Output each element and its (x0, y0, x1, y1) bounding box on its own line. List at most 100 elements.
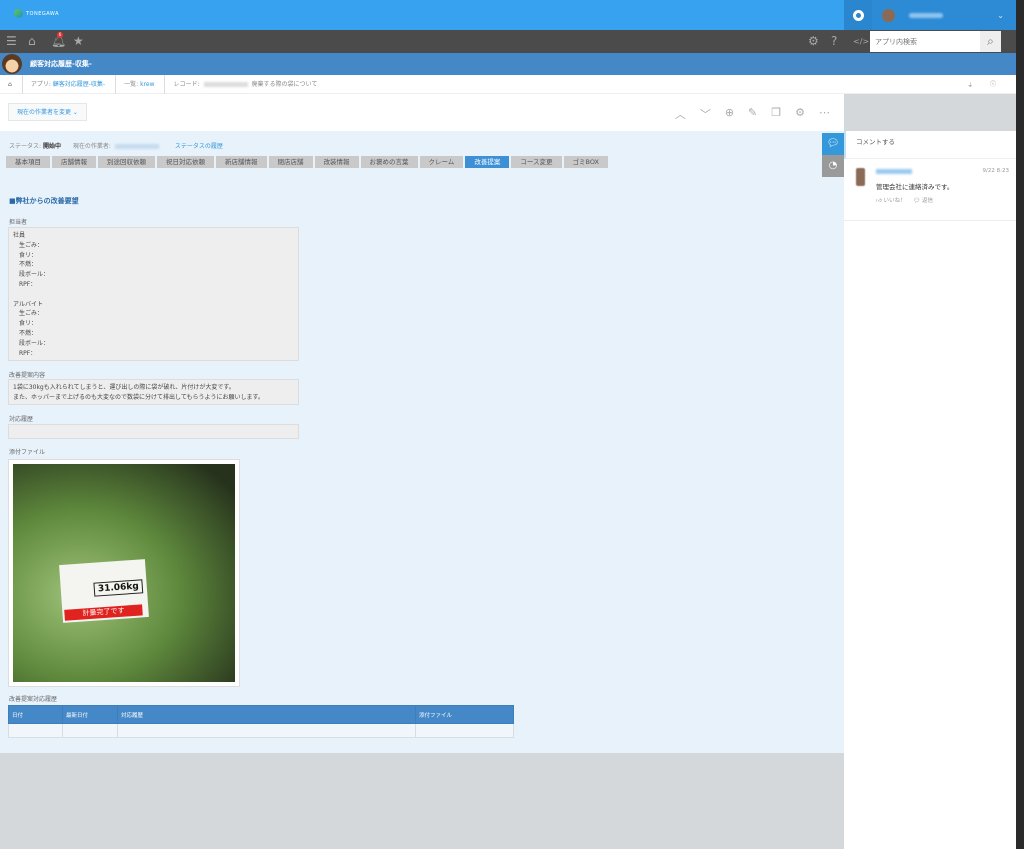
add-record-icon[interactable]: ⊕ (725, 106, 734, 122)
user-name-blurred (909, 12, 943, 18)
table-label: 改善提案対応履歴 (9, 696, 58, 703)
assignee-blurred (114, 144, 159, 149)
window-scrollbar[interactable] (1016, 0, 1024, 849)
section-title: ■弊社からの改善要望 (9, 197, 79, 205)
tab-7[interactable]: お褒めの言葉 (360, 156, 418, 168)
notification-badge: 6 (57, 32, 63, 38)
gear-icon[interactable]: ⚙ (808, 34, 819, 48)
reply-button[interactable]: 💬︎ 返信 (913, 198, 933, 204)
commenter-name-blurred (876, 169, 912, 174)
proposal-history-table: 日付 最新日付 対応履歴 添付ファイル (8, 705, 514, 738)
app-title[interactable]: 顧客対応履歴-収集- (30, 59, 92, 69)
column-header: 対応履歴 (117, 705, 416, 724)
assignee-label: 現在の作業者: (72, 143, 111, 150)
like-button[interactable]: 👍︎ いいね！ (876, 198, 906, 204)
reply-label: 返信 (922, 198, 934, 204)
column-header: 日付 (8, 705, 63, 724)
staff-field: 社員 生ごみ： 食リ： 不燃： 段ボール： RPF： アルバイト 生ごみ： 食リ… (8, 227, 299, 361)
global-nav: ☰ ⌂ 🔔︎ 6 ★ ⚙ ? </> ⌕ (0, 30, 1016, 53)
tab-3[interactable]: 祝日対応依頼 (157, 156, 214, 168)
table-cell (8, 723, 63, 738)
pin-icon[interactable]: ⍊ (960, 75, 982, 94)
tab-4[interactable]: 新店舗情報 (216, 156, 267, 168)
breadcrumb-record-prefix: レコード: (173, 80, 200, 88)
app-search: ⌕ (870, 31, 1001, 52)
tab-1[interactable]: 店舗情報 (52, 156, 96, 168)
status-bar: ステータス: 開始中 現在の作業者: ステータスの履歴 (9, 141, 223, 150)
tab-8[interactable]: クレーム (419, 156, 464, 168)
status-value: 開始中 (42, 143, 61, 150)
tab-0[interactable]: 基本項目 (6, 156, 50, 168)
tab-9[interactable]: 改善提案 (465, 156, 510, 168)
more-options-icon[interactable]: ⋯ (819, 106, 830, 122)
info-icon[interactable]: ⓘ (982, 75, 1006, 94)
change-assignee-label: 現在の作業者を変更 (17, 109, 72, 116)
breadcrumb-list-link[interactable]: krew (140, 81, 154, 88)
tab-2[interactable]: 別途回収依頼 (98, 156, 155, 168)
comment-panel-icon[interactable]: 💬︎ (822, 133, 844, 155)
like-label: いいね！ (883, 198, 906, 204)
chevron-down-icon[interactable]: ⌄ (997, 11, 1004, 20)
home-icon[interactable]: ⌂ (0, 74, 23, 94)
attachment-label: 添付ファイル (9, 449, 46, 456)
help-icon[interactable]: ? (831, 34, 837, 48)
settings-gear-icon[interactable]: ⚙ (795, 106, 805, 122)
status-history-link[interactable]: ステータスの履歴 (175, 143, 223, 150)
breadcrumb-list-prefix: 一覧: (124, 80, 139, 88)
tab-10[interactable]: コース変更 (511, 156, 562, 168)
column-header: 最新日付 (62, 705, 118, 724)
table-cell (62, 723, 118, 738)
history-panel-icon[interactable]: ◔ (822, 155, 844, 177)
search-icon[interactable]: ⌕ (980, 31, 1001, 52)
next-record-icon[interactable]: ﹀ (700, 106, 711, 122)
menu-icon[interactable]: ☰ (6, 34, 17, 48)
proposal-field: 1袋に30kgも入れられてしまうと、運び出しの際に袋が破れ、片付けが大変です。 … (8, 379, 299, 405)
duplicate-icon[interactable]: ❐ (771, 106, 781, 122)
company-logo[interactable]: TONEGAWA (14, 9, 59, 18)
previous-record-icon[interactable]: ︿ (675, 106, 686, 122)
logo-text: TONEGAWA (26, 10, 60, 17)
table-row (8, 723, 514, 738)
search-input[interactable] (870, 31, 980, 52)
history-field (8, 424, 299, 439)
table-cell (117, 723, 416, 738)
record-title: 廃棄する際の袋について (251, 80, 318, 88)
home-icon[interactable]: ⌂ (28, 34, 36, 48)
user-menu[interactable]: ⌄ (844, 0, 1016, 30)
comment-sidebar: コメントする 9/22 8:23 管理会社に連絡済みです。 👍︎ いいね！ 💬︎… (844, 131, 1016, 849)
change-assignee-button[interactable]: 現在の作業者を変更 ⌄ (8, 103, 87, 121)
breadcrumb-record: レコード: 廃棄する際の袋について (165, 75, 327, 94)
globe-icon (14, 9, 23, 18)
star-icon[interactable]: ★ (73, 34, 84, 48)
comment-item: 9/22 8:23 管理会社に連絡済みです。 👍︎ いいね！ 💬︎ 返信 (844, 159, 1016, 221)
comment-text: 管理会社に連絡済みです。 (876, 183, 954, 191)
staff-label: 担当者 (9, 219, 28, 226)
app-icon (2, 54, 22, 74)
speech-bubble-icon: 💬︎ (913, 198, 921, 204)
weight-label-sticker: 31.06kg 計量完了です (59, 559, 149, 623)
user-avatar (882, 8, 895, 22)
commenter-avatar (856, 168, 865, 186)
comment-input[interactable]: コメントする (844, 131, 1016, 159)
comment-time: 9/22 8:23 (982, 168, 1009, 174)
table-cell (415, 723, 514, 738)
tab-5[interactable]: 閉店店舗 (268, 156, 313, 168)
column-header: 添付ファイル (415, 705, 514, 724)
record-toolbar: 現在の作業者を変更 ⌄ ︿ ﹀ ⊕ ✎ ❐ ⚙ ⋯ (0, 94, 844, 131)
tab-6[interactable]: 改装情報 (314, 156, 359, 168)
history-label: 対応履歴 (9, 416, 34, 423)
edit-icon[interactable]: ✎ (748, 106, 757, 122)
breadcrumb-app-link[interactable]: 顧客対応履歴-収集- (53, 81, 105, 88)
breadcrumb: ⌂ アプリ: 顧客対応履歴-収集- 一覧: krew レコード: 廃棄する際の袋に… (0, 74, 1016, 94)
photo-weight: 31.06kg (93, 579, 144, 597)
photo-stamp: 計量完了です (64, 604, 143, 621)
thumbs-up-icon: 👍︎ (876, 198, 882, 204)
attachment-photo[interactable]: 31.06kg 計量完了です (8, 459, 240, 687)
code-icon[interactable]: </> (853, 37, 869, 46)
app-bar: 顧客対応履歴-収集- (0, 53, 1016, 75)
breadcrumb-app[interactable]: アプリ: 顧客対応履歴-収集- (23, 74, 117, 94)
garoon-icon[interactable] (844, 0, 872, 30)
tab-11[interactable]: ゴミBOX (563, 156, 608, 168)
breadcrumb-list[interactable]: 一覧: krew (116, 74, 166, 94)
top-header: TONEGAWA ⌄ (0, 0, 1016, 30)
